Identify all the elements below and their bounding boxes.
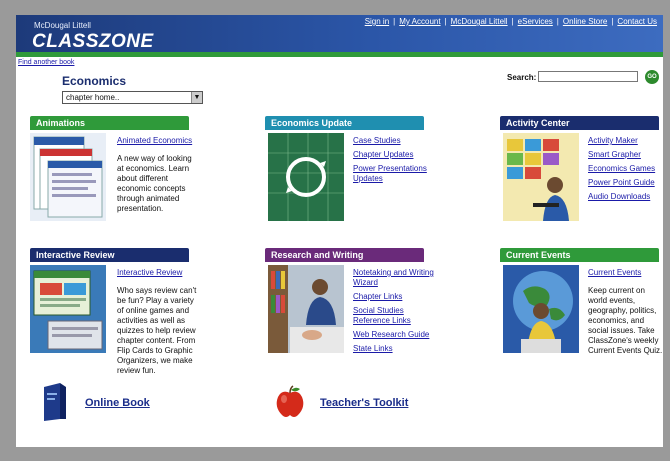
online-book-icon[interactable] bbox=[42, 381, 68, 426]
power-point-guide-link[interactable]: Power Point Guide bbox=[588, 178, 663, 188]
eservices-link[interactable]: eServices bbox=[518, 17, 553, 26]
sign-in-link[interactable]: Sign in bbox=[365, 17, 389, 26]
online-store-link[interactable]: Online Store bbox=[563, 17, 607, 26]
separator: | bbox=[556, 17, 559, 26]
chapter-select[interactable]: chapter home.. ▼ bbox=[62, 91, 203, 104]
interactive-review-link[interactable]: Interactive Review bbox=[117, 268, 199, 278]
apple-icon[interactable] bbox=[274, 385, 306, 424]
separator: | bbox=[444, 17, 447, 26]
economics-update-links: Case Studies Chapter Updates Power Prese… bbox=[353, 136, 438, 188]
activity-center-links: Activity Maker Smart Grapher Economics G… bbox=[588, 136, 663, 206]
current-events-title: Current Events bbox=[500, 248, 659, 262]
audio-downloads-link[interactable]: Audio Downloads bbox=[588, 192, 663, 202]
state-links-link[interactable]: State Links bbox=[353, 344, 438, 354]
animated-economics-link[interactable]: Animated Economics bbox=[117, 136, 199, 146]
research-writing-thumbnail bbox=[268, 265, 344, 353]
research-writing-title: Research and Writing bbox=[265, 248, 424, 262]
interactive-review-thumbnail bbox=[30, 265, 106, 353]
power-presentations-updates-link[interactable]: Power Presentations Updates bbox=[353, 164, 438, 184]
chapter-links-link[interactable]: Chapter Links bbox=[353, 292, 438, 302]
search-input[interactable] bbox=[538, 71, 638, 82]
chevron-down-icon[interactable]: ▼ bbox=[191, 92, 202, 103]
separator: | bbox=[611, 17, 614, 26]
brand-small: McDougal Littell bbox=[34, 21, 91, 30]
smart-grapher-link[interactable]: Smart Grapher bbox=[588, 150, 663, 160]
interactive-review-links: Interactive Review bbox=[117, 268, 199, 282]
mcdougal-littell-link[interactable]: McDougal Littell bbox=[451, 17, 508, 26]
online-book-link[interactable]: Online Book bbox=[85, 397, 150, 409]
social-studies-reference-links-link[interactable]: Social Studies Reference Links bbox=[353, 306, 438, 326]
page-frame: McDougal Littell CLASSZONE Sign in | My Ac… bbox=[16, 15, 663, 447]
teachers-toolkit-link[interactable]: Teacher's Toolkit bbox=[320, 397, 408, 409]
research-writing-links: Notetaking and Writing Wizard Chapter Li… bbox=[353, 268, 438, 358]
current-events-link[interactable]: Current Events bbox=[588, 268, 663, 278]
top-links: Sign in | My Account | McDougal Littell | eSer… bbox=[365, 17, 657, 26]
activity-center-thumbnail bbox=[503, 133, 579, 221]
animations-title: Animations bbox=[30, 116, 189, 130]
header-green-bar bbox=[16, 52, 663, 57]
animations-description: A new way of looking at economics. Learn… bbox=[117, 154, 192, 213]
search-label: Search: bbox=[507, 73, 537, 82]
animations-thumbnail bbox=[30, 133, 106, 221]
classzone-logo[interactable]: CLASSZONE bbox=[32, 31, 154, 53]
current-events-description: Keep current on world events, geography,… bbox=[588, 286, 663, 355]
page-title: Economics bbox=[62, 74, 127, 88]
economics-update-title: Economics Update bbox=[265, 116, 424, 130]
current-events-thumbnail bbox=[503, 265, 579, 353]
separator: | bbox=[511, 17, 514, 26]
animations-links: Animated Economics bbox=[117, 136, 199, 150]
web-research-guide-link[interactable]: Web Research Guide bbox=[353, 330, 438, 340]
interactive-review-description: Who says review can't be fun? Play a var… bbox=[117, 286, 197, 375]
case-studies-link[interactable]: Case Studies bbox=[353, 136, 438, 146]
header-banner: McDougal Littell CLASSZONE Sign in | My Ac… bbox=[16, 15, 663, 57]
my-account-link[interactable]: My Account bbox=[399, 17, 440, 26]
current-events-links: Current Events bbox=[588, 268, 663, 282]
chapter-updates-link[interactable]: Chapter Updates bbox=[353, 150, 438, 160]
separator: | bbox=[393, 17, 396, 26]
interactive-review-title: Interactive Review bbox=[30, 248, 189, 262]
economics-update-thumbnail bbox=[268, 133, 344, 221]
chapter-select-value: chapter home.. bbox=[66, 93, 120, 102]
contact-us-link[interactable]: Contact Us bbox=[617, 17, 657, 26]
notetaking-writing-wizard-link[interactable]: Notetaking and Writing Wizard bbox=[353, 268, 438, 288]
economics-games-link[interactable]: Economics Games bbox=[588, 164, 663, 174]
go-button[interactable]: GO bbox=[645, 70, 659, 84]
find-another-book-link[interactable]: Find another book bbox=[18, 59, 74, 66]
activity-center-title: Activity Center bbox=[500, 116, 659, 130]
activity-maker-link[interactable]: Activity Maker bbox=[588, 136, 663, 146]
